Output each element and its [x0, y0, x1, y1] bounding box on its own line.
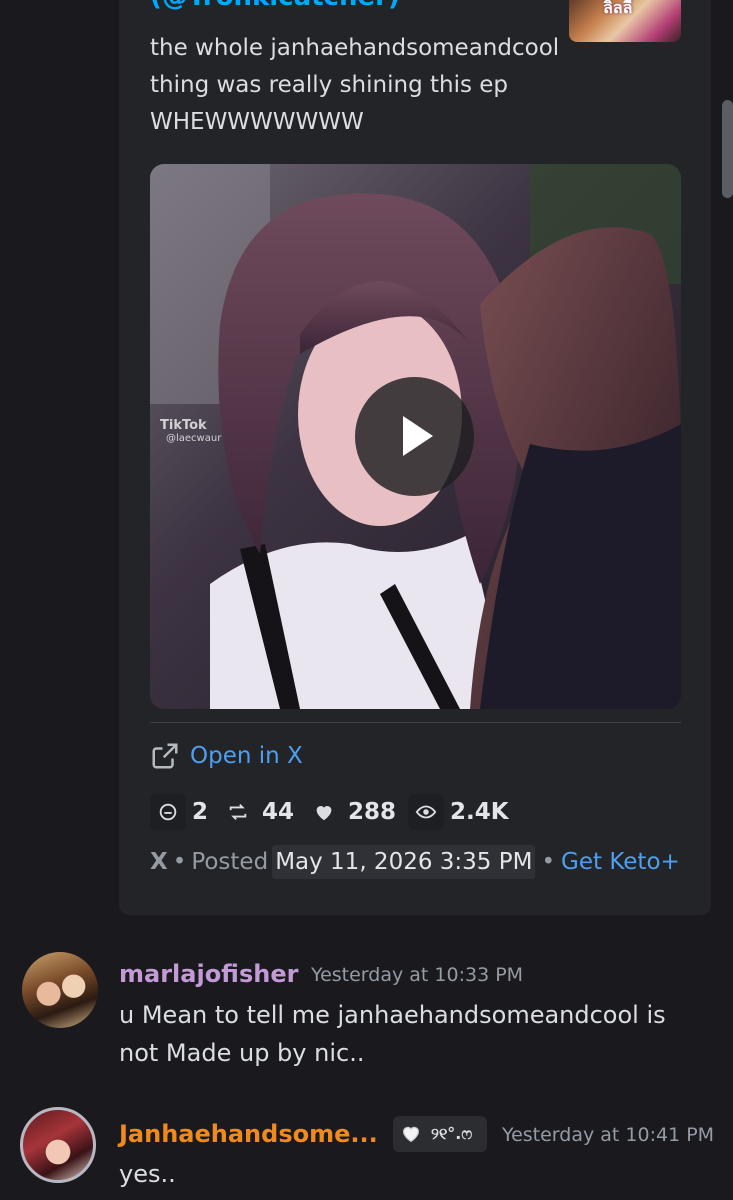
reposts-count: 44 [262, 799, 295, 825]
embed-divider [150, 722, 681, 723]
reply-icon [150, 794, 186, 830]
stat-reposts[interactable]: 44 [220, 794, 294, 830]
replies-count: 2 [192, 799, 209, 825]
description-line: WHEWWWWWWW [150, 109, 364, 135]
posted-label: Posted [191, 849, 269, 875]
open-link-label: Open in X [190, 743, 303, 769]
scrollbar[interactable] [722, 100, 733, 198]
message-author[interactable]: Janhaehandsome... [119, 1120, 378, 1148]
server-tag-text: ୨୧°.ෆ [431, 1124, 473, 1143]
embed-thumbnail[interactable]: ลิลลี่ [569, 0, 681, 42]
play-icon [403, 416, 433, 456]
play-button[interactable] [355, 377, 474, 496]
tweet-stats: 2 44 288 2.4K [150, 794, 521, 830]
stat-views[interactable]: 2.4K [408, 794, 509, 830]
embed-footer: X • Posted May 11, 2026 3:35 PM • Get Ke… [150, 845, 680, 879]
views-count: 2.4K [450, 799, 509, 825]
message-timestamp: Yesterday at 10:41 PM [502, 1124, 715, 1146]
separator: • [541, 849, 556, 875]
eye-icon [408, 794, 445, 830]
get-keto-link[interactable]: Get Keto+ [561, 849, 680, 875]
stat-likes[interactable]: 288 [306, 794, 396, 830]
separator: • [172, 849, 187, 875]
avatar-decoration [23, 1110, 93, 1180]
external-link-icon [152, 743, 178, 769]
watermark-user: @laecwaur [166, 433, 222, 444]
source-x: X [150, 849, 168, 875]
message-content: u Mean to tell me janhaehandsomeandcool … [119, 996, 719, 1072]
description-line: the whole janhaehandsomeandcool [150, 35, 560, 61]
watermark-label: TikTok [160, 418, 207, 433]
message-line: u Mean to tell me janhaehandsomeandcool … [119, 1001, 666, 1029]
avatar[interactable] [22, 952, 98, 1028]
thumbnail-text: ลิลลี่ [603, 0, 633, 17]
message-timestamp: Yesterday at 10:33 PM [311, 964, 524, 986]
heart-badge-icon [403, 1126, 419, 1143]
embed-description: the whole janhaehandsomeandcool thing wa… [150, 30, 570, 141]
message-line: not Made up by nic.. [119, 1039, 365, 1067]
server-tag[interactable]: ୨୧°.ෆ [393, 1116, 487, 1152]
open-in-x-link[interactable]: Open in X [150, 741, 303, 771]
heart-icon [306, 794, 342, 830]
repost-icon [220, 794, 256, 830]
likes-count: 288 [348, 799, 397, 825]
message-content: yes.. [119, 1160, 176, 1188]
avatar[interactable] [20, 1107, 96, 1183]
tiktok-watermark: TikTok @laecwaur [160, 418, 221, 444]
posted-date: May 11, 2026 3:35 PM [272, 845, 536, 879]
stat-replies[interactable]: 2 [150, 794, 208, 830]
embed-author[interactable]: (@Tronkicatcher) [150, 0, 400, 12]
description-line: thing was really shining this ep [150, 72, 509, 98]
message-author[interactable]: marlajofisher [119, 960, 298, 988]
